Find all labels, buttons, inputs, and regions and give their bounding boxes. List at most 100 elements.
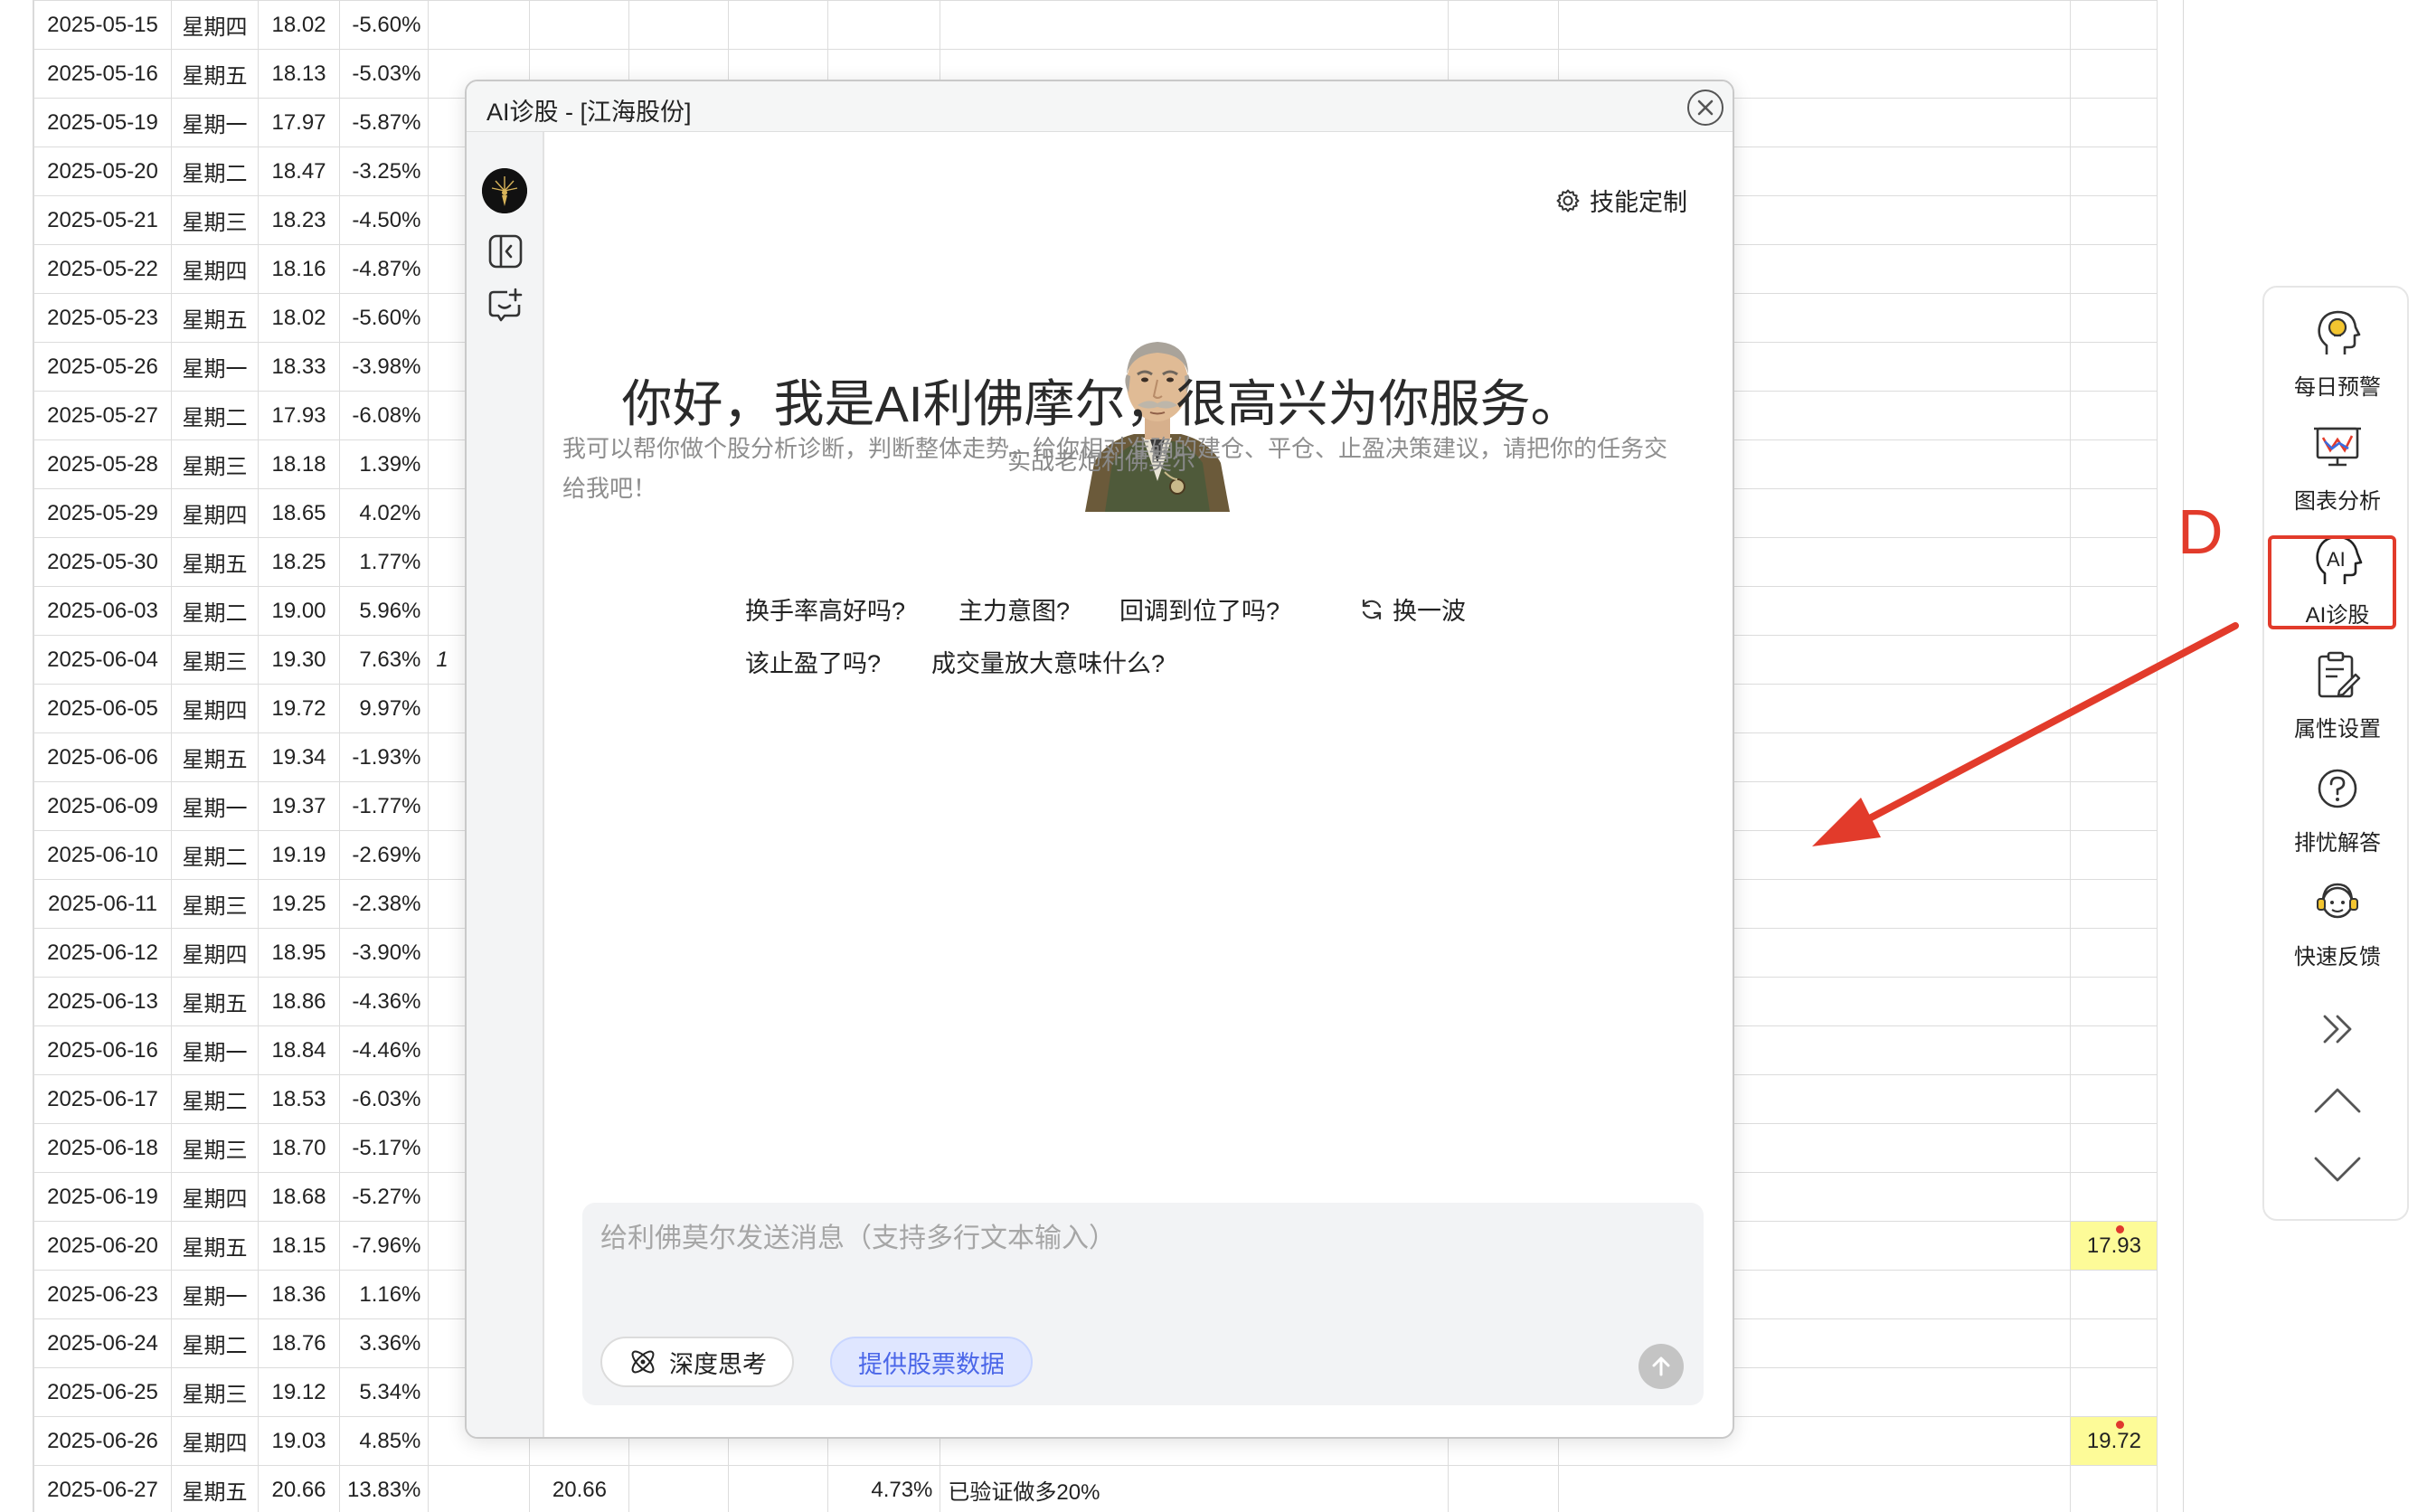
table-cell[interactable]: -5.03% [338,49,430,99]
table-cell[interactable] [2070,1318,2158,1368]
table-cell[interactable]: 2025-05-20 [33,146,172,196]
suggestion-question[interactable]: 回调到位了吗? [1119,591,1280,627]
table-cell[interactable]: -4.87% [338,244,430,294]
table-cell[interactable] [2070,1270,2158,1319]
table-cell[interactable]: 星期一 [171,98,259,147]
suggestion-question[interactable]: 该止盈了吗? [745,644,881,679]
table-cell[interactable]: 19.25 [258,879,340,929]
table-cell[interactable]: 2025-05-23 [33,293,172,343]
table-cell[interactable]: 2025-06-18 [33,1123,172,1173]
table-cell[interactable]: 18.95 [258,928,340,978]
table-cell[interactable]: -3.98% [338,342,430,392]
table-cell[interactable]: 1.39% [338,439,430,489]
table-cell[interactable] [728,0,829,50]
table-cell[interactable]: 2025-06-11 [33,879,172,929]
table-cell[interactable]: 星期五 [171,1221,259,1271]
table-cell[interactable]: -5.87% [338,98,430,147]
table-cell[interactable]: 18.65 [258,488,340,538]
table-cell[interactable]: -6.08% [338,391,430,440]
table-cell[interactable]: 星期二 [171,391,259,440]
table-cell[interactable] [529,0,630,50]
table-cell[interactable]: 19.03 [258,1416,340,1466]
table-cell[interactable] [2070,1123,2158,1173]
table-cell[interactable]: 18.36 [258,1270,340,1319]
table-cell[interactable] [2070,391,2158,440]
table-cell[interactable]: 2025-06-17 [33,1074,172,1124]
table-cell[interactable] [2070,439,2158,489]
avatar[interactable] [482,168,527,213]
table-cell[interactable]: 18.47 [258,146,340,196]
table-cell[interactable]: 20.66 [258,1465,340,1512]
expand-toolbar-button[interactable] [2308,1002,2367,1056]
table-cell[interactable]: 星期三 [171,1367,259,1417]
table-cell[interactable] [2070,0,2158,50]
close-button[interactable] [1687,90,1723,126]
table-cell[interactable]: 星期四 [171,1416,259,1466]
table-cell[interactable] [2070,49,2158,99]
table-cell[interactable]: 星期二 [171,1074,259,1124]
table-cell[interactable]: 18.53 [258,1074,340,1124]
table-cell[interactable]: 2025-05-21 [33,195,172,245]
table-cell[interactable]: 2025-05-19 [33,98,172,147]
suggestion-question[interactable]: 成交量放大意味什么? [931,644,1165,679]
table-cell[interactable]: 2025-05-28 [33,439,172,489]
table-cell[interactable]: 2025-06-27 [33,1465,172,1512]
provide-stock-data-button[interactable]: 提供股票数据 [830,1337,1033,1387]
table-cell[interactable]: 2025-06-13 [33,977,172,1026]
table-cell[interactable]: 19.19 [258,830,340,880]
table-cell[interactable]: 3.36% [338,1318,430,1368]
deep-think-button[interactable]: 深度思考 [600,1337,794,1387]
table-cell[interactable] [2070,1367,2158,1417]
table-cell[interactable]: 18.02 [258,0,340,50]
table-cell[interactable] [728,1465,829,1512]
table-cell[interactable] [827,0,941,50]
table-cell[interactable] [940,0,1450,50]
table-cell[interactable] [2070,732,2158,782]
table-cell[interactable]: -7.96% [338,1221,430,1271]
table-cell[interactable]: 星期三 [171,439,259,489]
table-cell[interactable]: 星期四 [171,0,259,50]
table-cell[interactable]: 19.37 [258,781,340,831]
message-input[interactable] [600,1215,1686,1315]
table-cell[interactable]: 星期一 [171,1270,259,1319]
table-cell[interactable]: 星期五 [171,49,259,99]
table-cell[interactable]: 2025-06-24 [33,1318,172,1368]
table-cell[interactable]: 星期四 [171,1172,259,1222]
daily-alert-button[interactable]: 每日预警 [2264,304,2411,412]
table-cell[interactable]: 2025-06-04 [33,635,172,685]
table-cell[interactable]: 星期四 [171,928,259,978]
property-settings-button[interactable]: 属性设置 [2264,646,2411,754]
table-cell[interactable] [2070,1465,2158,1512]
table-cell[interactable]: 星期三 [171,635,259,685]
table-cell[interactable] [2070,781,2158,831]
table-cell[interactable]: 17.93 [2070,1221,2158,1271]
table-cell[interactable]: 4.73% [827,1465,941,1512]
skill-customize-button[interactable]: 技能定制 [1555,183,1687,218]
table-cell[interactable] [428,1465,531,1512]
table-cell[interactable]: 2025-05-27 [33,391,172,440]
table-cell[interactable]: 20.66 [529,1465,630,1512]
table-cell[interactable]: 2025-05-26 [33,342,172,392]
table-cell[interactable]: 18.86 [258,977,340,1026]
table-cell[interactable]: 星期四 [171,684,259,733]
table-cell[interactable] [2070,977,2158,1026]
table-cell[interactable]: 18.76 [258,1318,340,1368]
table-cell[interactable]: 18.16 [258,244,340,294]
table-cell[interactable] [2070,928,2158,978]
table-cell[interactable]: 2025-06-03 [33,586,172,636]
refresh-questions-button[interactable]: 换一波 [1358,591,1466,627]
suggestion-question[interactable]: 主力意图? [959,591,1070,627]
table-cell[interactable] [2070,488,2158,538]
table-cell[interactable]: 星期一 [171,781,259,831]
table-cell[interactable]: 18.70 [258,1123,340,1173]
table-cell[interactable]: -4.50% [338,195,430,245]
table-cell[interactable]: 19.72 [2070,1416,2158,1466]
table-cell[interactable]: 4.02% [338,488,430,538]
table-cell[interactable] [628,0,730,50]
table-cell[interactable]: 2025-06-19 [33,1172,172,1222]
table-cell[interactable]: -5.27% [338,1172,430,1222]
table-cell[interactable]: 19.00 [258,586,340,636]
table-cell[interactable] [2070,586,2158,636]
table-cell[interactable]: -3.90% [338,928,430,978]
table-cell[interactable] [2070,98,2158,147]
